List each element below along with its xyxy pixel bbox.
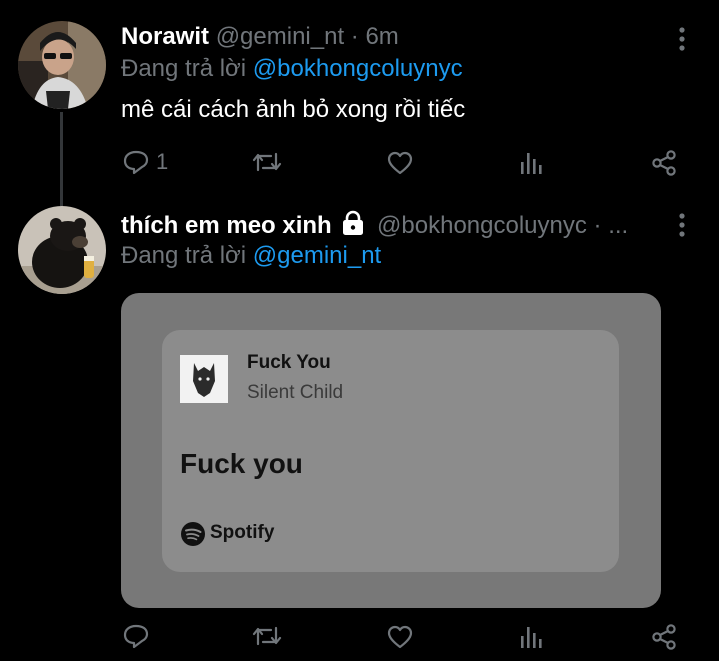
more-options-button[interactable] (676, 26, 688, 57)
spotify-wordmark: Spotify (210, 522, 275, 543)
lyric-text: Fuck you (180, 448, 303, 479)
views-icon (521, 627, 542, 648)
lock-icon (343, 210, 364, 235)
replying-to-mention[interactable]: @gemini_nt (253, 242, 381, 269)
timestamp[interactable]: · 6m (351, 23, 399, 50)
like-icon (387, 625, 413, 649)
avatar-norawit[interactable] (18, 21, 106, 109)
handle-and-time[interactable]: @bokhongcoluynyc · ... (377, 212, 628, 239)
handle[interactable]: @gemini_nt (216, 23, 344, 50)
like-button[interactable] (386, 624, 414, 650)
share-icon (652, 150, 676, 176)
more-icon (679, 27, 685, 51)
like-icon (387, 151, 413, 175)
tweet1-header: Norawit @gemini_nt · 6m (121, 22, 399, 52)
song-artist: Silent Child (247, 382, 344, 403)
retweet-button[interactable] (251, 150, 283, 174)
replying-to-mention[interactable]: @bokhongcoluynyc (253, 55, 463, 82)
thread-connector-line (60, 112, 63, 206)
song-title: Fuck You (247, 352, 331, 373)
views-button[interactable] (518, 150, 544, 176)
replying-to-label: Đang trả lời (121, 55, 247, 82)
more-options-button[interactable] (676, 212, 688, 243)
album-art-thumbnail (180, 355, 228, 403)
like-button[interactable] (386, 150, 414, 176)
reply-button[interactable] (122, 623, 150, 649)
share-button[interactable] (650, 623, 678, 651)
tweet-text: mê cái cách ảnh bỏ xong rồi tiếc (121, 96, 466, 123)
reply-button[interactable]: 1 (122, 149, 168, 175)
retweet-icon (252, 626, 282, 646)
share-icon (652, 624, 676, 650)
reply-count: 1 (156, 149, 169, 174)
retweet-icon (252, 152, 282, 172)
replying-to-label: Đang trả lời (121, 242, 247, 269)
reply-icon (123, 624, 149, 649)
retweet-button[interactable] (251, 624, 283, 648)
replying-to: Đang trả lời @gemini_nt (121, 241, 381, 271)
views-button[interactable] (518, 624, 544, 650)
views-icon (521, 153, 542, 174)
more-icon (679, 213, 685, 237)
reply-icon (123, 150, 149, 175)
display-name[interactable]: thích em meo xinh (121, 212, 332, 239)
replying-to: Đang trả lời @bokhongcoluynyc (121, 54, 463, 84)
display-name[interactable]: Norawit (121, 23, 209, 50)
tweet2-header: thích em meo xinh @bokhongcoluynyc · ... (121, 210, 628, 241)
spotify-logo-icon (180, 521, 206, 547)
avatar-bear[interactable] (18, 206, 106, 294)
share-button[interactable] (650, 149, 678, 177)
